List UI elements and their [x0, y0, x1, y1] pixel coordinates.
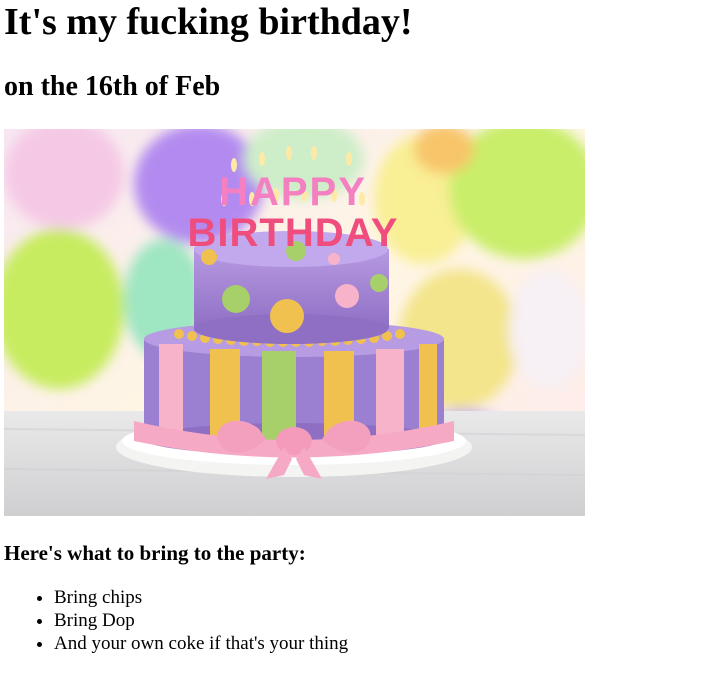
party-items-list: Bring chips Bring Dop And your own coke …	[4, 586, 709, 655]
page-title: It's my fucking birthday!	[4, 1, 413, 43]
page-subtitle: on the 16th of Feb	[4, 71, 221, 102]
birthday-cake-image: HAPPY BIRTHDAY	[4, 129, 585, 516]
cake-candle-text-top: HAPPY	[219, 170, 367, 214]
page: It's my fucking birthday! on the 16th of…	[0, 0, 717, 655]
cake-candle-text-bottom: BIRTHDAY	[188, 211, 399, 255]
list-item: And your own coke if that's your thing	[54, 632, 709, 655]
list-item: Bring Dop	[54, 609, 709, 632]
party-list-heading: Here's what to bring to the party:	[4, 541, 306, 565]
list-item: Bring chips	[54, 586, 709, 609]
